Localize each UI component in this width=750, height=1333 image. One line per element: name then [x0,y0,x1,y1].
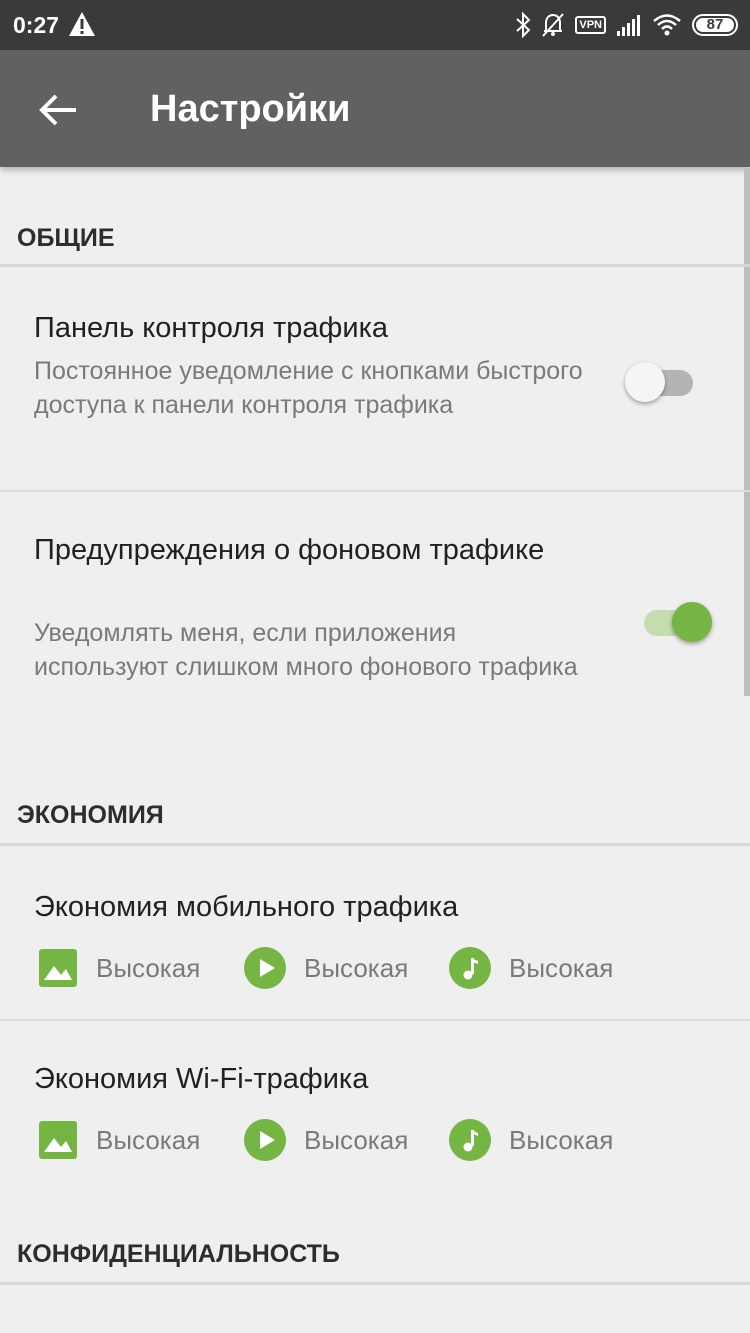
image-icon [39,1121,77,1159]
battery-level: 87 [706,16,724,33]
music-note-icon [449,947,491,989]
switch-thumb [625,362,665,402]
traffic-panel-toggle[interactable] [625,358,697,402]
status-bar: 0:27 VPN 87 [0,0,750,50]
pref-title: Панель контроля трафика [34,312,389,344]
background-warnings-toggle[interactable] [640,598,712,642]
signal-icon [617,15,640,36]
pref-title: Предупреждения о фоновом трафике [34,534,545,566]
divider [0,1282,750,1285]
pref-title: Экономия Wi-Fi-трафика [34,1063,369,1095]
app-toolbar: Настройки [0,50,750,167]
image-icon [39,949,77,987]
play-icon [244,1119,286,1161]
section-header-general: ОБЩИЕ [17,224,115,252]
vpn-icon: VPN [575,16,606,34]
bell-muted-icon [542,13,565,37]
pref-summary: Постоянное уведомление с кнопками быстро… [34,357,583,419]
section-header-economy: ЭКОНОМИЯ [17,801,164,829]
audio-economy: Высокая [449,944,613,992]
status-time: 0:27 [13,12,60,38]
images-economy: Высокая [38,1116,200,1164]
divider [0,843,750,846]
divider [0,490,750,492]
images-economy: Высокая [38,944,200,992]
divider [0,1019,750,1021]
audio-level: Высокая [509,1124,614,1155]
switch-thumb [672,602,712,642]
arrow-back-icon[interactable] [36,88,80,132]
video-economy: Высокая [244,944,408,992]
status-icons: VPN 87 [515,10,738,40]
video-level: Высокая [304,952,409,983]
economy-levels: Высокая Высокая Высокая [38,944,658,992]
economy-levels: Высокая Высокая Высокая [38,1116,658,1164]
video-level: Высокая [304,1124,409,1155]
video-economy: Высокая [244,1116,408,1164]
music-note-icon [449,1119,491,1161]
page-title: Настройки [150,88,351,130]
audio-economy: Высокая [449,1116,613,1164]
battery-icon: 87 [692,14,738,36]
pref-title: Экономия мобильного трафика [34,891,459,923]
section-header-privacy: КОНФИДЕНЦИАЛЬНОСТЬ [17,1240,340,1268]
divider [0,264,750,267]
bluetooth-icon [516,12,531,38]
pref-summary: Уведомлять меня, если приложения использ… [34,619,578,681]
audio-level: Высокая [509,952,614,983]
scrollbar[interactable] [744,168,750,696]
images-level: Высокая [96,1124,201,1155]
wifi-icon [653,14,681,36]
play-icon [244,947,286,989]
warning-icon [69,12,95,36]
images-level: Высокая [96,952,201,983]
